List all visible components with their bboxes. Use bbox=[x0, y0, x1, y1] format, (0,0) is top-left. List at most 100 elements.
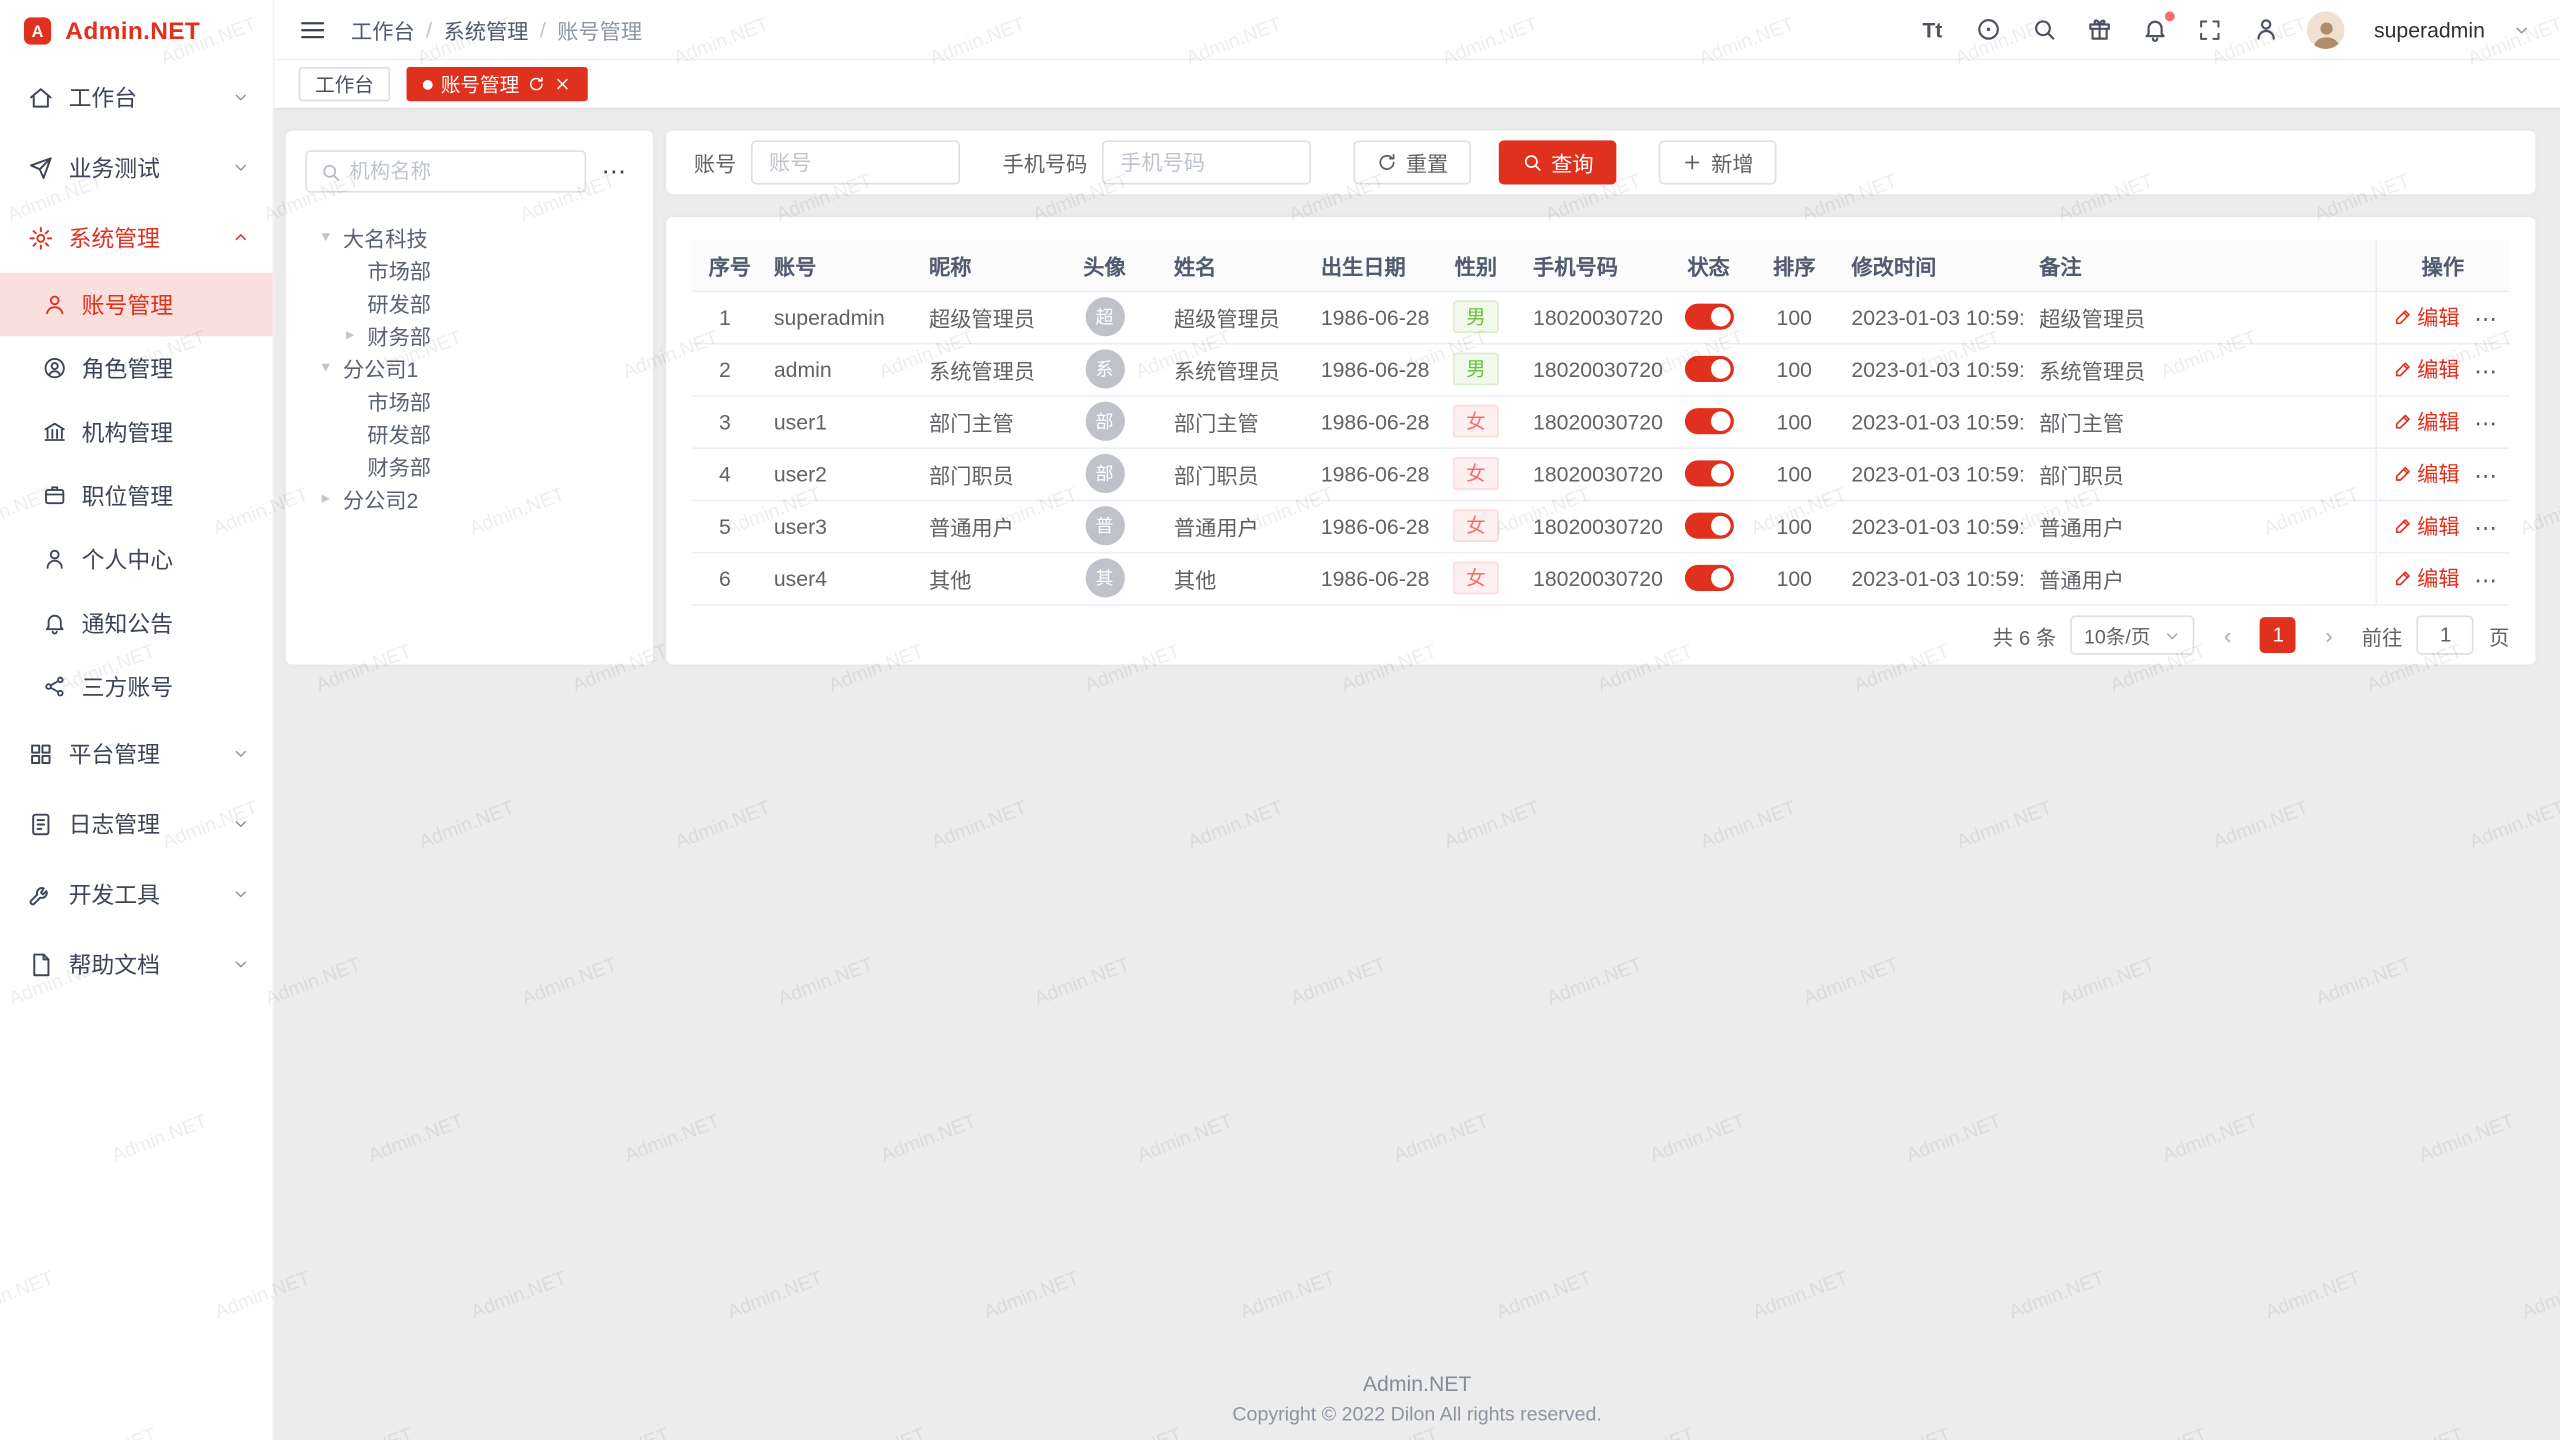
chevron-down-icon bbox=[232, 744, 250, 762]
search-icon[interactable] bbox=[2029, 16, 2057, 44]
tab-account-manage[interactable]: 账号管理 bbox=[407, 67, 588, 101]
username[interactable]: superadmin bbox=[2374, 17, 2485, 41]
tree-node[interactable]: 财务部 bbox=[305, 449, 633, 482]
status-toggle[interactable] bbox=[1684, 513, 1733, 539]
fullscreen-icon[interactable] bbox=[2196, 16, 2224, 44]
column-header: 序号 bbox=[692, 240, 757, 291]
bell-icon bbox=[41, 610, 67, 636]
caret-right-icon[interactable]: ▸ bbox=[322, 489, 343, 507]
sidebar-item-third-account[interactable]: 三方账号 bbox=[0, 655, 273, 719]
logo-icon: A bbox=[21, 15, 54, 48]
profile-icon[interactable] bbox=[2252, 16, 2280, 44]
cell-actions: 编辑 ⋯ bbox=[2376, 395, 2510, 447]
tab-refresh-icon[interactable] bbox=[527, 75, 545, 93]
sidebar-item-dev-tools[interactable]: 开发工具 bbox=[0, 859, 273, 929]
breadcrumb-item-workbench[interactable]: 工作台 bbox=[351, 14, 415, 45]
caret-down-icon[interactable]: ▾ bbox=[322, 358, 343, 376]
page-footer: Admin.NET Copyright © 2022 Dilon All rig… bbox=[274, 1371, 2560, 1425]
sidebar-item-system-manage[interactable]: 系统管理 bbox=[0, 202, 273, 272]
more-actions-button[interactable]: ⋯ bbox=[2474, 305, 2498, 331]
cell-seq: 5 bbox=[692, 500, 757, 552]
tree-node[interactable]: 研发部 bbox=[305, 286, 633, 319]
more-actions-button[interactable]: ⋯ bbox=[2474, 566, 2498, 592]
edit-button[interactable]: 编辑 bbox=[2393, 405, 2460, 436]
sidebar-item-role-manage[interactable]: 角色管理 bbox=[0, 336, 273, 400]
cell-name: 系统管理员 bbox=[1158, 343, 1305, 395]
account-label: 账号 bbox=[694, 147, 736, 178]
cell-phone: 18020030720 bbox=[1517, 343, 1664, 395]
content: ⋯ ▾ 大名科技 市场部 研发部 ▸ 财务部 ▾ 分公司1 市场部 研发部 bbox=[274, 108, 2560, 1440]
edit-button[interactable]: 编辑 bbox=[2393, 301, 2460, 332]
edit-icon bbox=[2393, 568, 2413, 588]
sidebar-item-post-manage[interactable]: 职位管理 bbox=[0, 464, 273, 528]
notification-icon[interactable] bbox=[2141, 16, 2169, 44]
cell-avatar: 其 bbox=[1051, 552, 1157, 604]
sidebar-item-business-test[interactable]: 业务测试 bbox=[0, 132, 273, 202]
sidebar-item-account-manage[interactable]: 账号管理 bbox=[0, 273, 273, 337]
reset-button[interactable]: 重置 bbox=[1354, 140, 1472, 184]
component-size-icon[interactable] bbox=[1974, 16, 2002, 44]
column-header: 修改时间 bbox=[1835, 240, 2023, 291]
goto-page-input[interactable] bbox=[2417, 616, 2474, 655]
logo[interactable]: A Admin.NET bbox=[0, 0, 273, 62]
sidebar-item-notice[interactable]: 通知公告 bbox=[0, 591, 273, 655]
status-toggle[interactable] bbox=[1684, 565, 1733, 591]
sidebar-item-personal-center[interactable]: 个人中心 bbox=[0, 527, 273, 591]
next-page-button[interactable]: › bbox=[2311, 617, 2347, 653]
edit-button[interactable]: 编辑 bbox=[2393, 510, 2460, 541]
sidebar: A Admin.NET 工作台 业务测试 系统管理 账号管理 角色管理 bbox=[0, 0, 274, 1440]
page-size-select[interactable]: 10条/页 bbox=[2071, 616, 2195, 655]
user-chevron-down-icon[interactable] bbox=[2513, 20, 2531, 38]
more-actions-button[interactable]: ⋯ bbox=[2474, 514, 2498, 540]
more-actions-button[interactable]: ⋯ bbox=[2474, 409, 2498, 435]
sidebar-item-workbench[interactable]: 工作台 bbox=[0, 62, 273, 132]
status-toggle[interactable] bbox=[1684, 461, 1733, 487]
tree-node[interactable]: 市场部 bbox=[305, 253, 633, 286]
font-size-icon[interactable]: Tt bbox=[1918, 16, 1946, 44]
hamburger-menu-icon[interactable] bbox=[299, 16, 327, 44]
sidebar-item-label: 三方账号 bbox=[82, 670, 173, 703]
sidebar-item-org-manage[interactable]: 机构管理 bbox=[0, 400, 273, 464]
search-button[interactable]: 查询 bbox=[1499, 140, 1617, 184]
accounts-table: 序号账号昵称头像姓名出生日期性别手机号码状态排序修改时间备注操作 1 super… bbox=[692, 240, 2509, 605]
org-search-input[interactable] bbox=[349, 160, 571, 183]
theme-icon[interactable] bbox=[2085, 16, 2113, 44]
edit-button[interactable]: 编辑 bbox=[2393, 353, 2460, 384]
status-toggle[interactable] bbox=[1684, 409, 1733, 435]
account-input[interactable] bbox=[751, 140, 960, 184]
tab-workbench[interactable]: 工作台 bbox=[299, 67, 390, 101]
current-page[interactable]: 1 bbox=[2260, 617, 2296, 653]
cell-modified-time: 2023-01-03 10:59:44 bbox=[1835, 447, 2023, 499]
plus-icon bbox=[1682, 152, 1703, 173]
more-actions-button[interactable]: ⋯ bbox=[2474, 357, 2498, 383]
tree-node[interactable]: 市场部 bbox=[305, 384, 633, 417]
tree-node[interactable]: 研发部 bbox=[305, 416, 633, 449]
sidebar-item-help-doc[interactable]: 帮助文档 bbox=[0, 929, 273, 999]
tree-node[interactable]: ▸ 财务部 bbox=[305, 318, 633, 351]
avatar[interactable] bbox=[2307, 11, 2345, 49]
tab-close-icon[interactable] bbox=[554, 75, 572, 93]
caret-right-icon[interactable]: ▸ bbox=[346, 326, 367, 344]
tree-node-label: 市场部 bbox=[367, 384, 431, 415]
phone-input[interactable] bbox=[1102, 140, 1311, 184]
more-actions-button[interactable]: ⋯ bbox=[2474, 462, 2498, 488]
breadcrumb-item-system[interactable]: 系统管理 bbox=[443, 14, 528, 45]
sidebar-item-log-manage[interactable]: 日志管理 bbox=[0, 789, 273, 859]
edit-button[interactable]: 编辑 bbox=[2393, 458, 2460, 489]
prev-page-button[interactable]: ‹ bbox=[2210, 617, 2246, 653]
app-root: A Admin.NET 工作台 业务测试 系统管理 账号管理 角色管理 bbox=[0, 0, 2560, 1440]
org-more-button[interactable]: ⋯ bbox=[594, 152, 633, 191]
status-toggle[interactable] bbox=[1684, 356, 1733, 382]
tab-label: 账号管理 bbox=[441, 70, 519, 98]
tree-node[interactable]: ▸ 分公司2 bbox=[305, 482, 633, 515]
caret-down-icon[interactable]: ▾ bbox=[322, 228, 343, 246]
gender-tag: 男 bbox=[1453, 352, 1499, 385]
status-toggle[interactable] bbox=[1684, 304, 1733, 330]
tree-node-label: 财务部 bbox=[367, 450, 431, 481]
reset-label: 重置 bbox=[1406, 147, 1448, 178]
tree-node[interactable]: ▾ 大名科技 bbox=[305, 220, 633, 253]
tree-node[interactable]: ▾ 分公司1 bbox=[305, 351, 633, 384]
edit-button[interactable]: 编辑 bbox=[2393, 562, 2460, 593]
add-button[interactable]: 新增 bbox=[1659, 140, 1777, 184]
sidebar-item-platform-manage[interactable]: 平台管理 bbox=[0, 718, 273, 788]
